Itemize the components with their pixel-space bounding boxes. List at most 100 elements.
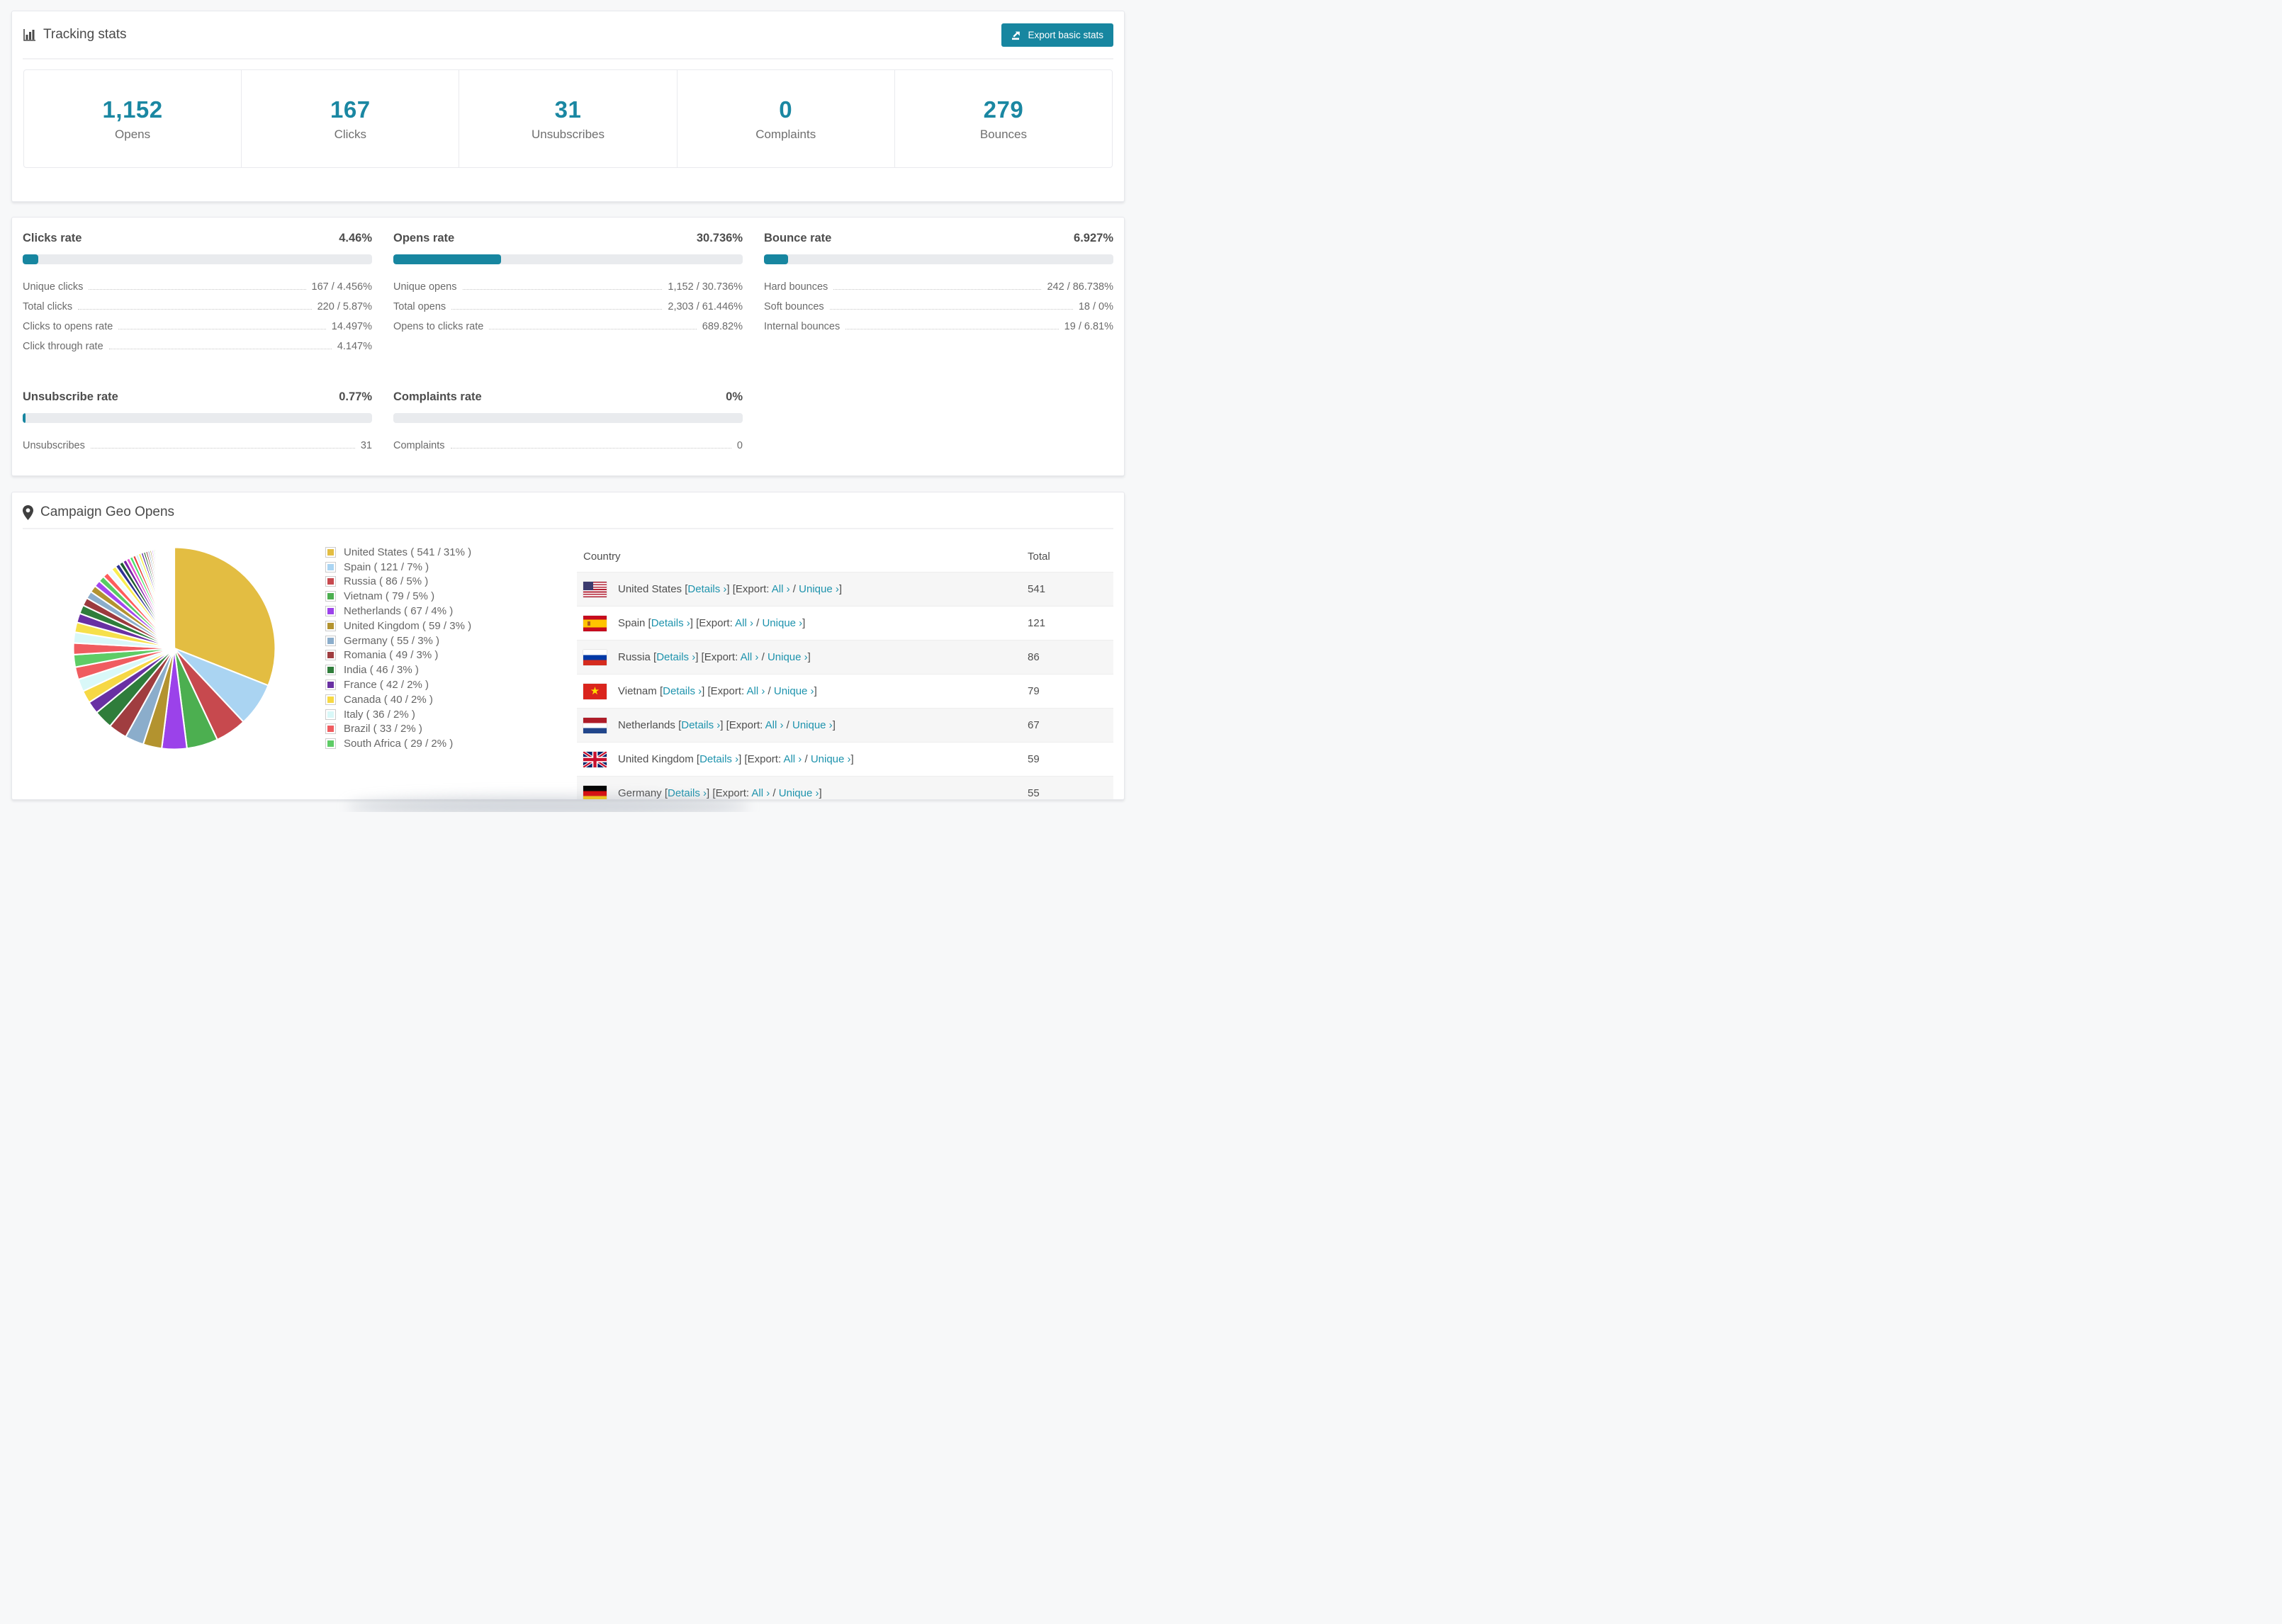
export-basic-stats-button[interactable]: Export basic stats — [1001, 23, 1113, 47]
stat-box: 0 Complaints — [676, 70, 894, 167]
details-link[interactable]: Details › — [663, 684, 702, 697]
rate-block-clicks-rate: Clicks rate 4.46% Unique clicks 167 / 4.456… — [23, 232, 372, 361]
legend-swatch — [325, 680, 336, 691]
legend-label: India ( 46 / 3% ) — [344, 664, 419, 677]
bracket: ] — [819, 786, 822, 799]
country-cell: Spain [Details ›] [Export: All › / Uniqu… — [577, 606, 1028, 641]
table-row-nl: Netherlands [Details ›] [Export: All › /… — [577, 708, 1113, 743]
legend-item: Russia ( 86 / 5% ) — [325, 575, 491, 590]
legend-item: Romania ( 49 / 3% ) — [325, 648, 491, 663]
progress-bar — [393, 413, 743, 423]
export-all-link[interactable]: All › — [751, 786, 770, 799]
details-link[interactable]: Details › — [681, 718, 720, 731]
legend-label: Italy ( 36 / 2% ) — [344, 708, 415, 721]
legend-swatch — [325, 561, 336, 573]
export-label: Export: — [715, 786, 752, 799]
rate-row-value: 4.147% — [337, 341, 372, 352]
progress-bar — [764, 254, 1113, 264]
slash: / — [789, 582, 799, 595]
details-link[interactable]: Details › — [651, 616, 690, 628]
export-all-link[interactable]: All › — [772, 582, 790, 594]
rate-row-label: Soft bounces — [764, 301, 824, 312]
export-unique-link[interactable]: Unique › — [774, 684, 814, 697]
rate-row-label: Clicks to opens rate — [23, 321, 113, 332]
table-row-es: Spain [Details ›] [Export: All › / Uniqu… — [577, 606, 1113, 641]
progress-bar-fill — [764, 254, 789, 264]
country-cell: Russia [Details ›] [Export: All › / Uniq… — [577, 640, 1028, 675]
legend-swatch — [325, 650, 336, 661]
export-icon — [1011, 30, 1022, 40]
table-row-de: Germany [Details ›] [Export: All › / Uni… — [577, 776, 1113, 799]
details-link[interactable]: Details › — [699, 752, 738, 765]
legend-item: Germany ( 55 / 3% ) — [325, 633, 491, 648]
rate-row: Unique opens 1,152 / 30.736% — [393, 281, 743, 301]
details-link[interactable]: Details › — [668, 786, 707, 799]
export-all-link[interactable]: All › — [783, 752, 802, 765]
rate-rows: Hard bounces 242 / 86.738% Soft bounces 18 … — [764, 281, 1113, 341]
legend-label: France ( 42 / 2% ) — [344, 679, 429, 692]
legend-label: Vietnam ( 79 / 5% ) — [344, 590, 435, 603]
bracket: ] [ — [707, 786, 716, 799]
table-row-gb: United Kingdom [Details ›] [Export: All … — [577, 742, 1113, 777]
rate-value: 30.736% — [696, 232, 743, 244]
geo-title: Campaign Geo Opens — [40, 504, 175, 519]
dotted-leader — [462, 289, 663, 290]
header-divider — [23, 58, 1113, 60]
rate-row: Complaints 0 — [393, 440, 743, 460]
geo-body: United States ( 541 / 31% ) Spain ( 121 /… — [12, 529, 1124, 799]
total-cell: 79 — [1028, 674, 1113, 709]
legend-item: France ( 42 / 2% ) — [325, 677, 491, 692]
legend-swatch — [325, 606, 336, 617]
export-unique-link[interactable]: Unique › — [768, 650, 808, 662]
legend-item: South Africa ( 29 / 2% ) — [325, 736, 491, 751]
legend-item: Netherlands ( 67 / 4% ) — [325, 604, 491, 619]
details-link[interactable]: Details › — [656, 650, 695, 662]
export-unique-link[interactable]: Unique › — [799, 582, 839, 594]
geo-pie-chart — [67, 541, 282, 756]
export-unique-link[interactable]: Unique › — [792, 718, 833, 731]
bracket: ] — [838, 582, 843, 595]
rate-row-label: Click through rate — [23, 341, 103, 352]
export-all-link[interactable]: All › — [765, 718, 784, 731]
slash: / — [802, 752, 811, 765]
progress-bar — [23, 413, 372, 423]
legend-swatch — [325, 694, 336, 705]
rate-value: 0% — [726, 390, 743, 403]
nl-flag-icon — [583, 717, 607, 733]
rate-row: Total opens 2,303 / 61.446% — [393, 301, 743, 321]
legend-label: Romania ( 49 / 3% ) — [344, 649, 439, 662]
export-all-link[interactable]: All › — [741, 650, 759, 662]
export-unique-link[interactable]: Unique › — [779, 786, 819, 799]
rates-card: Clicks rate 4.46% Unique clicks 167 / 4.456… — [11, 217, 1125, 476]
legend-swatch — [325, 591, 336, 602]
stat-label: Clicks — [334, 127, 366, 141]
page-shadow — [347, 796, 749, 812]
country-cell: Vietnam [Details ›] [Export: All › / Uni… — [577, 674, 1028, 709]
stat-value: 1,152 — [102, 96, 163, 123]
rate-row-value: 18 / 0% — [1078, 301, 1113, 312]
export-all-link[interactable]: All › — [735, 616, 753, 628]
stat-label: Bounces — [979, 127, 1027, 141]
bar-chart-icon — [23, 28, 36, 42]
stat-value: 31 — [554, 96, 582, 123]
geo-opens-card: Campaign Geo Opens United States ( 541 /… — [11, 492, 1125, 800]
rate-title: Bounce rate — [764, 232, 832, 244]
export-unique-link[interactable]: Unique › — [762, 616, 802, 628]
rate-head: Unsubscribe rate 0.77% — [23, 390, 372, 404]
geo-table: Country Total United States [Details ›] … — [577, 541, 1113, 799]
total-cell: 55 — [1028, 776, 1113, 799]
rate-row-value: 242 / 86.738% — [1047, 281, 1113, 293]
export-unique-link[interactable]: Unique › — [811, 752, 851, 765]
stat-value: 0 — [779, 96, 793, 123]
export-label: Export: — [710, 684, 747, 697]
export-label: Export: — [735, 582, 772, 595]
stat-value: 279 — [983, 96, 1024, 123]
bracket: ] [ — [720, 718, 729, 731]
rate-value: 4.46% — [339, 232, 372, 244]
bracket: ] [ — [690, 616, 699, 629]
country-name: Vietnam — [618, 684, 660, 697]
export-all-link[interactable]: All › — [747, 684, 765, 697]
rate-row: Internal bounces 19 / 6.81% — [764, 321, 1113, 341]
legend-label: Netherlands ( 67 / 4% ) — [344, 605, 454, 618]
details-link[interactable]: Details › — [687, 582, 726, 594]
